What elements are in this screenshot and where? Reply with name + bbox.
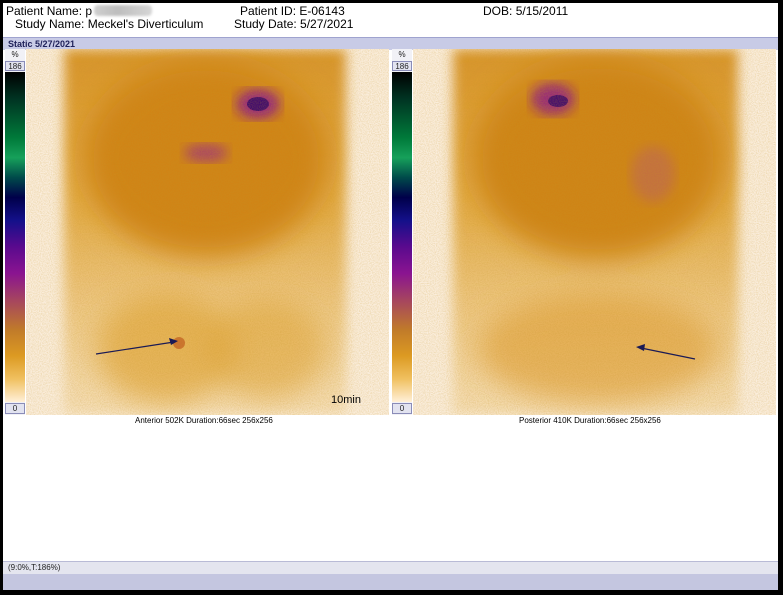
study-date: Study Date: 5/27/2021	[234, 17, 353, 31]
colorbar-unit: %	[398, 50, 406, 59]
viewer-window: Patient Name: p Patient ID: E-06143 DOB:…	[3, 3, 778, 590]
study-name-value: Meckel's Diverticulum	[87, 17, 204, 31]
colorbar-max[interactable]: 186	[5, 61, 25, 71]
dob: DOB: 5/15/2011	[483, 4, 568, 18]
colorbar-max[interactable]: 186	[392, 61, 412, 71]
study-name-label: Study Name:	[15, 17, 85, 31]
colorbar-gradient	[5, 72, 25, 402]
patient-name-label: Patient Name:	[6, 4, 83, 18]
study-name: Study Name: Meckel's Diverticulum	[15, 17, 203, 31]
patient-id-label: Patient ID:	[240, 4, 297, 18]
redaction-blur	[94, 5, 153, 16]
posterior-scintigram	[413, 49, 776, 415]
patient-id-value: E-06143	[299, 4, 345, 18]
colorbar-gradient	[392, 72, 412, 402]
status-text: (9:0%,T:186%)	[8, 563, 61, 572]
patient-id: Patient ID: E-06143	[240, 4, 345, 18]
time-label: 10min	[331, 394, 361, 406]
dob-value: 5/15/2011	[515, 4, 569, 18]
colorbar-min[interactable]: 0	[5, 403, 25, 414]
colorbar-unit: %	[11, 50, 19, 59]
colorbar-left: % 186 0	[5, 49, 25, 415]
posterior-image-panel[interactable]	[413, 49, 776, 415]
patient-name: Patient Name: p	[6, 4, 153, 18]
dob-label: DOB:	[483, 4, 513, 18]
study-date-label: Study Date:	[234, 17, 297, 31]
colorbar-min[interactable]: 0	[392, 403, 412, 414]
anterior-caption: Anterior 502K Duration:66sec 256x256	[135, 416, 273, 425]
posterior-caption: Posterior 410K Duration:66sec 256x256	[519, 416, 661, 425]
anterior-image-panel[interactable]: 10min	[26, 49, 389, 415]
patient-name-value: p	[85, 4, 93, 18]
status-bar: (9:0%,T:186%)	[3, 561, 778, 574]
colorbar-right: % 186 0	[392, 49, 412, 415]
study-date-value: 5/27/2021	[300, 17, 354, 31]
bottom-toolbar[interactable]	[3, 574, 778, 590]
anterior-scintigram	[26, 49, 389, 415]
